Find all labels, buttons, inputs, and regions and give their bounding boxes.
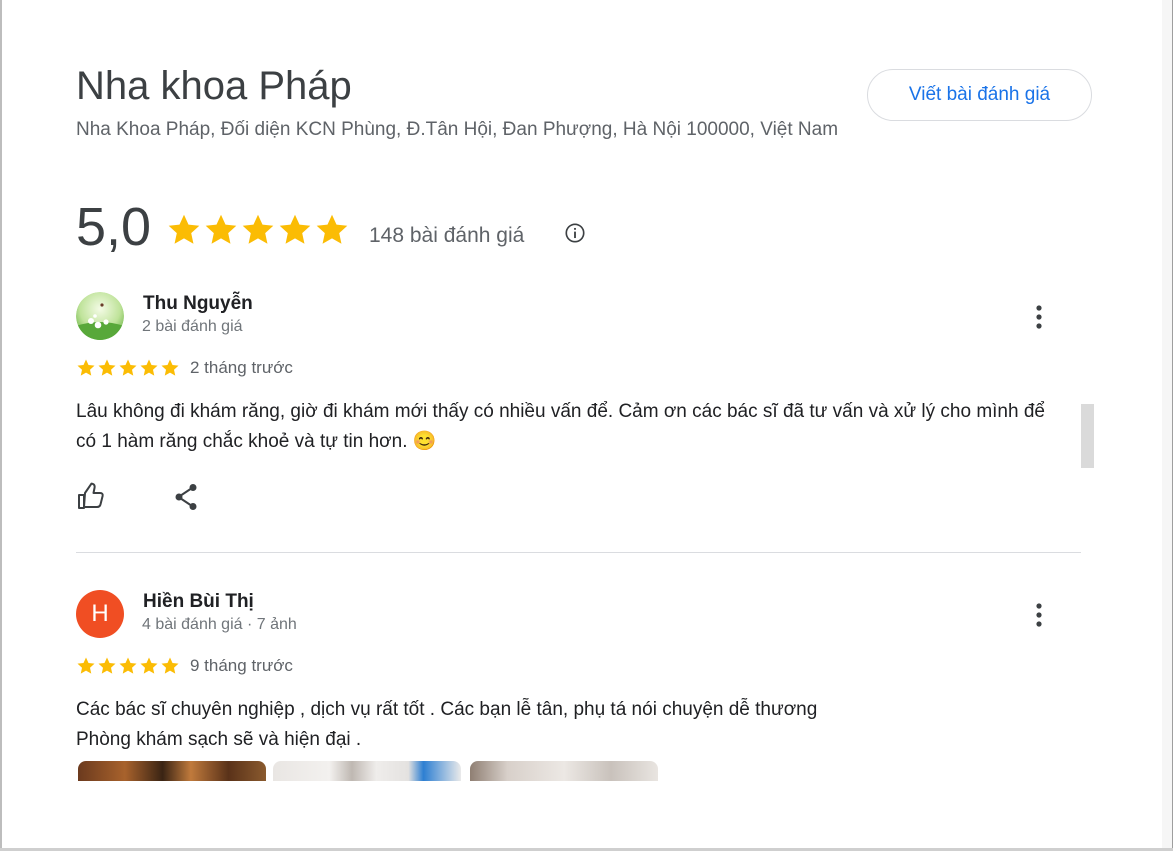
place-title: Nha khoa Pháp: [76, 64, 352, 108]
star-icon: [161, 657, 179, 674]
review-time: 2 tháng trước: [190, 358, 293, 377]
star-icon: [140, 359, 158, 376]
share-button[interactable]: [172, 482, 200, 512]
review-text-line: Các bác sĩ chuyên nghiệp , dịch vụ rất t…: [76, 699, 818, 720]
star-icon: [77, 359, 95, 376]
more-vert-icon: [1036, 603, 1042, 627]
share-icon: [175, 484, 197, 510]
star-icon: [77, 657, 95, 674]
more-vert-icon: [1036, 305, 1042, 329]
star-icon: [140, 657, 158, 674]
review-photos: [76, 761, 676, 781]
reviewer-name[interactable]: Hiền Bùi Thị: [143, 591, 254, 613]
star-icon: [242, 214, 274, 244]
review-photo[interactable]: [470, 761, 658, 781]
right-gutter: [1162, 0, 1172, 851]
star-icon: [168, 214, 200, 244]
star-icon: [119, 359, 137, 376]
review-text: Lâu không đi khám răng, giờ đi khám mới …: [76, 401, 1045, 452]
star-icon: [161, 359, 179, 376]
place-address: Nha Khoa Pháp, Đối diện KCN Phùng, Đ.Tân…: [76, 119, 839, 140]
review-stars: [76, 358, 180, 378]
average-rating: 5,0: [76, 197, 152, 257]
average-rating-stars: [166, 212, 350, 248]
review-stars: [76, 656, 180, 676]
star-icon: [98, 359, 116, 376]
avatar[interactable]: [76, 292, 124, 340]
star-icon: [279, 214, 311, 244]
review-time: 9 tháng trước: [190, 656, 293, 675]
review-text: Các bác sĩ chuyên nghiệp , dịch vụ rất t…: [76, 695, 1056, 755]
scrollbar-thumb[interactable]: [1081, 404, 1094, 468]
reviewer-meta: 2 bài đánh giá: [142, 318, 243, 335]
info-icon[interactable]: [564, 222, 586, 249]
review-photo[interactable]: [78, 761, 266, 781]
review-divider: [76, 552, 1081, 553]
star-icon: [316, 214, 348, 244]
thumbs-up-icon: [78, 482, 104, 509]
review-count: 148 bài đánh giá: [369, 224, 525, 247]
window-left-border: [0, 0, 2, 851]
star-icon: [205, 214, 237, 244]
star-icon: [98, 657, 116, 674]
more-options-button[interactable]: [1028, 600, 1050, 630]
review-text-line: Phòng khám sạch sẽ và hiện đại .: [76, 729, 362, 750]
avatar[interactable]: H: [76, 590, 124, 638]
star-icon: [119, 657, 137, 674]
like-button[interactable]: [76, 482, 108, 512]
review-photo[interactable]: [273, 761, 461, 781]
reviewer-meta: 4 bài đánh giá · 7 ảnh: [142, 616, 297, 633]
more-options-button[interactable]: [1028, 302, 1050, 332]
reviewer-name[interactable]: Thu Nguyễn: [143, 293, 253, 315]
write-review-button[interactable]: Viết bài đánh giá: [867, 69, 1092, 121]
